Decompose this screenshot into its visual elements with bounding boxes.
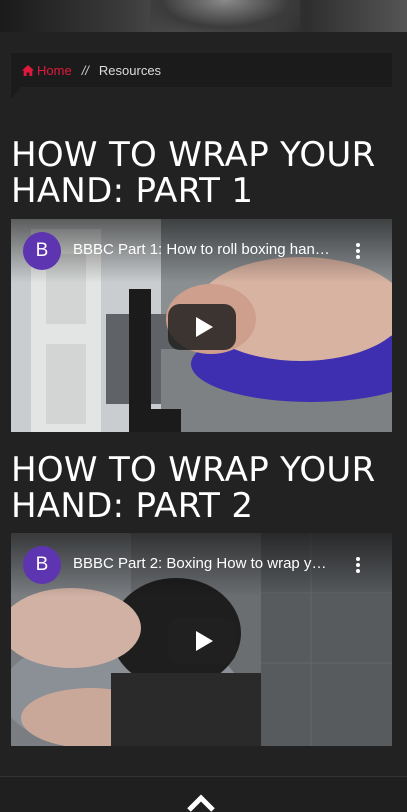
breadcrumb-tab-decoration — [11, 87, 21, 99]
chevron-up-icon[interactable] — [186, 793, 216, 812]
play-icon — [195, 317, 213, 337]
more-vert-icon[interactable] — [354, 243, 362, 261]
channel-avatar[interactable]: B — [23, 546, 61, 584]
breadcrumb-home-label: Home — [37, 62, 72, 78]
channel-avatar[interactable]: B — [23, 232, 61, 270]
section-title-part-2: HOW TO WRAP YOUR HAND: PART 2 — [11, 450, 376, 526]
breadcrumb-current: Resources — [98, 62, 162, 78]
section-title-part-1: HOW TO WRAP YOUR HAND: PART 1 — [11, 135, 376, 211]
breadcrumb: Home // Resources — [11, 53, 392, 87]
play-icon — [195, 631, 213, 651]
video-title-part-1[interactable]: BBBC Part 1: How to roll boxing hand wra… — [73, 241, 333, 258]
breadcrumb-home-link[interactable]: Home — [22, 63, 72, 78]
breadcrumb-separator: // — [81, 62, 89, 78]
video-player-part-2[interactable]: B BBBC Part 2: Boxing How to wrap your h… — [11, 533, 392, 746]
video-title-part-2[interactable]: BBBC Part 2: Boxing How to wrap your han… — [73, 555, 333, 572]
footer — [0, 777, 407, 812]
home-icon — [22, 64, 34, 76]
video-player-part-1[interactable]: B BBBC Part 1: How to roll boxing hand w… — [11, 219, 392, 432]
play-button-part-2[interactable] — [168, 618, 236, 664]
play-button-part-1[interactable] — [168, 304, 236, 350]
banner-image — [150, 0, 300, 32]
more-vert-icon[interactable] — [354, 557, 362, 575]
header-banner — [0, 0, 407, 32]
